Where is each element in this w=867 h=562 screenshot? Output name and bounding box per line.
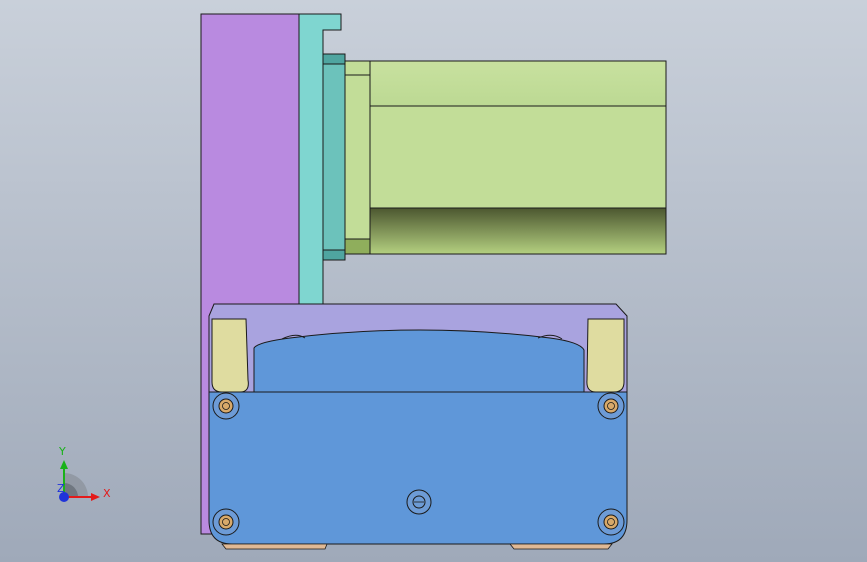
x-axis-label: X: [103, 487, 111, 500]
model-view[interactable]: X Y Z: [0, 0, 867, 562]
z-axis-label: Z: [57, 482, 65, 495]
cylinder-bottom-rod: [369, 207, 667, 255]
cylinder-flange-top-band: [344, 60, 371, 76]
screw-bottom-right[interactable]: [597, 508, 625, 536]
screw-top-right[interactable]: [597, 392, 625, 420]
base-foot-right: [509, 543, 613, 550]
left-clip[interactable]: [211, 318, 249, 393]
center-bolt[interactable]: [406, 489, 432, 515]
right-clip[interactable]: [586, 318, 625, 393]
screw-top-left[interactable]: [212, 392, 240, 420]
cad-viewport[interactable]: X Y Z: [0, 0, 867, 562]
base-foot-left: [221, 543, 328, 550]
y-axis-label: Y: [58, 445, 66, 458]
gripper-body[interactable]: [208, 391, 628, 545]
cyan-spacer[interactable]: [322, 53, 346, 261]
cyan-spacer-edge-bottom: [322, 249, 346, 261]
cyan-spacer-edge-top: [322, 53, 346, 65]
cylinder-top-rod: [369, 60, 667, 107]
gripper-jaw[interactable]: [253, 329, 585, 393]
cylinder-flange[interactable]: [344, 60, 371, 255]
screw-bottom-left[interactable]: [212, 508, 240, 536]
cylinder-flange-bottom-band: [344, 238, 371, 255]
